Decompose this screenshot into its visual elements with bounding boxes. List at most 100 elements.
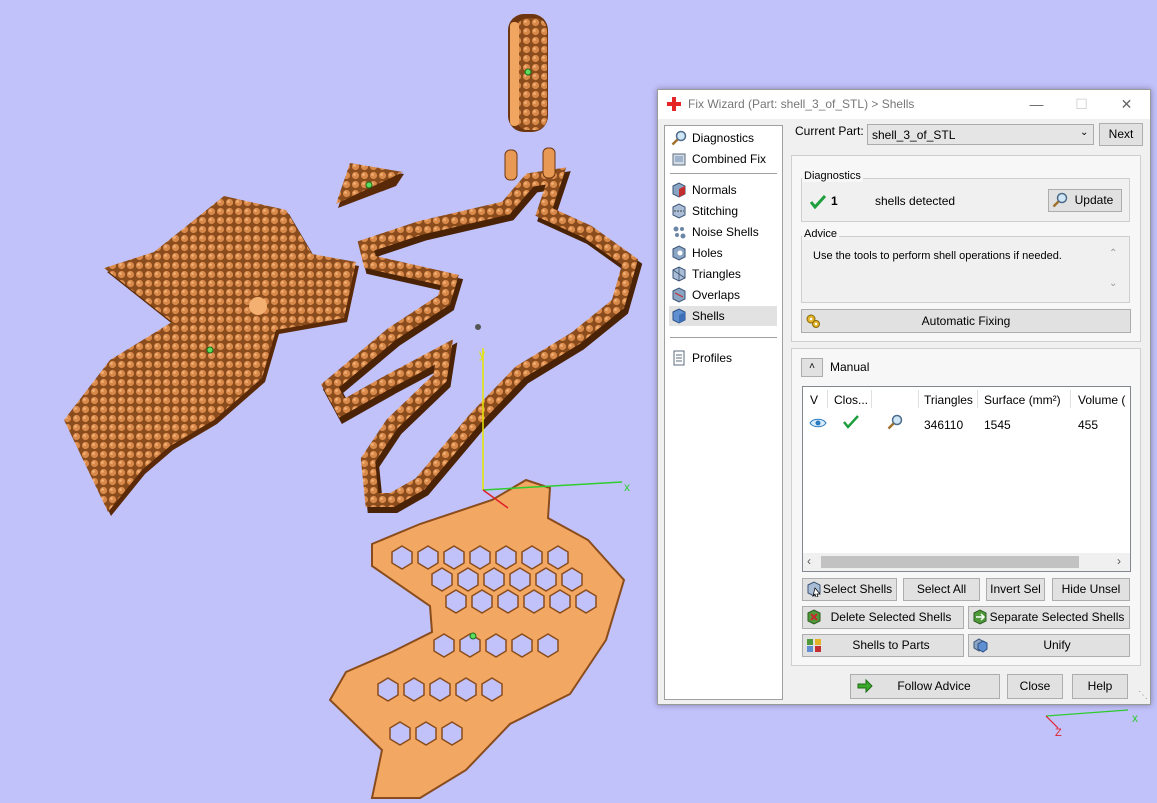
diagnostics-advice-panel: Diagnostics 1 shells detected Update Adv… [791,155,1141,342]
column-header-closed[interactable]: Clos... [834,393,868,407]
stitching-icon [672,203,686,219]
column-header-surface[interactable]: Surface (mm²) [984,393,1061,407]
column-header-triangles[interactable]: Triangles [924,393,973,407]
horizontal-scrollbar[interactable]: ‹ › [803,553,1130,571]
automatic-fixing-label: Automatic Fixing [921,314,1011,328]
select-shells-label: Select Shells [822,582,893,596]
automatic-fixing-button[interactable]: Automatic Fixing [801,309,1131,333]
delete-selected-shells-button[interactable]: Delete Selected Shells [802,606,964,629]
closed-check-icon [843,415,859,429]
invert-selection-button[interactable]: Invert Sel [986,578,1045,601]
advice-text: Use the tools to perform shell operation… [813,250,1062,262]
separate-selected-shells-button[interactable]: Separate Selected Shells [968,606,1130,629]
unify-icon [973,638,988,653]
advice-scroll-down-icon[interactable]: ⌄ [1109,278,1117,289]
follow-advice-button[interactable]: Follow Advice [850,674,1000,699]
model-bird-frame[interactable] [321,147,643,513]
wizard-sidebar: Diagnostics Combined Fix Normals Stitchi… [664,125,783,700]
shells-table: V Clos... Triangles Surface (mm²) Volume… [802,386,1131,572]
unify-label: Unify [1043,638,1071,652]
model-ring[interactable] [508,14,548,132]
sidebar-item-diagnostics[interactable]: Diagnostics [669,128,777,148]
normals-icon [672,182,686,198]
sidebar-divider [670,173,777,174]
model-left-blob[interactable] [64,196,359,516]
svg-text:x: x [1132,711,1138,725]
magnifier-icon [1052,192,1068,208]
close-button[interactable]: Close [1007,674,1063,699]
gears-icon [806,314,820,328]
sidebar-item-profiles[interactable]: Profiles [669,348,777,368]
noise-shells-icon [673,226,686,239]
sidebar-item-overlaps[interactable]: Overlaps [669,285,777,305]
select-shells-button[interactable]: Select Shells [802,578,897,601]
scroll-right-icon[interactable]: › [1117,554,1121,568]
current-part-select[interactable]: shell_3_of_STL ⌄ [867,124,1094,145]
corner-axis-triad: x Z [1045,709,1138,739]
model-honeycomb-bird[interactable] [328,478,626,799]
sidebar-item-combined-fix[interactable]: Combined Fix [669,149,777,169]
shell-count: 1 [831,194,838,208]
sidebar-item-noise-shells[interactable]: Noise Shells [669,222,777,242]
advice-title: Advice [802,228,840,240]
select-shells-icon [807,581,821,597]
sidebar-item-label: Diagnostics [692,131,755,145]
next-button[interactable]: Next [1099,123,1143,146]
help-button[interactable]: Help [1072,674,1128,699]
profiles-icon [673,350,685,366]
window-titlebar[interactable]: Fix Wizard (Part: shell_3_of_STL) > Shel… [658,90,1150,119]
eye-icon[interactable] [809,417,827,429]
sidebar-item-label: Combined Fix [692,152,767,166]
volume-cell: 455 [1078,418,1099,432]
update-button-label: Update [1074,193,1114,207]
fix-wizard-cross-icon [667,97,681,111]
diagnostics-title: Diagnostics [802,170,863,182]
sidebar-item-triangles[interactable]: Triangles [669,264,777,284]
maximize-button[interactable]: ☐ [1059,90,1104,119]
sidebar-item-label: Triangles [692,267,741,281]
magnifier-icon[interactable] [887,414,903,430]
select-all-button[interactable]: Select All [903,578,980,601]
unify-button[interactable]: Unify [968,634,1130,657]
fix-wizard-window: Fix Wizard (Part: shell_3_of_STL) > Shel… [657,89,1151,705]
scroll-left-icon[interactable]: ‹ [807,554,811,568]
update-button[interactable]: Update [1048,189,1122,212]
y-axis-label: y [479,347,485,361]
sidebar-item-holes[interactable]: Holes [669,243,777,263]
resize-grip-icon[interactable]: ⋱ [1138,690,1148,701]
current-part-label: Current Part: [795,124,864,138]
advice-scroll-up-icon[interactable]: ⌃ [1109,248,1117,259]
collapse-manual-button[interactable]: ˄ [801,358,823,377]
scrollbar-thumb[interactable] [821,556,1079,568]
sidebar-item-label: Noise Shells [692,225,759,239]
manual-title: Manual [830,360,870,374]
overlaps-icon [672,287,686,303]
model-triangle-piece[interactable] [336,163,404,208]
shells-icon [672,308,686,324]
shells-to-parts-button[interactable]: Shells to Parts [802,634,964,657]
axis-gizmo: y x [479,347,630,509]
x-axis-label: x [624,480,630,494]
sidebar-divider [670,337,777,338]
sidebar-item-shells[interactable]: Shells [669,306,777,326]
sidebar-item-normals[interactable]: Normals [669,180,777,200]
minimize-button[interactable]: — [1014,90,1059,119]
holes-icon [672,245,686,261]
chevron-down-icon: ⌄ [1080,127,1089,138]
column-header-visible[interactable]: V [810,393,818,407]
combined-fix-icon [672,153,686,166]
magnifier-icon [671,130,687,146]
window-title: Fix Wizard (Part: shell_3_of_STL) > Shel… [688,97,915,111]
current-part-value: shell_3_of_STL [872,128,956,142]
delete-selected-shells-label: Delete Selected Shells [830,610,952,624]
close-window-button[interactable]: ✕ [1104,90,1149,119]
separate-selected-shells-label: Separate Selected Shells [989,610,1125,624]
sidebar-item-label: Holes [692,246,723,260]
sidebar-item-stitching[interactable]: Stitching [669,201,777,221]
column-header-volume[interactable]: Volume ( [1078,393,1125,407]
hide-unselected-button[interactable]: Hide Unsel [1052,578,1130,601]
z-axis-label: Z [1055,727,1062,739]
sidebar-item-label: Shells [692,309,725,323]
shells-to-parts-label: Shells to Parts [852,638,930,652]
sidebar-item-label: Profiles [692,351,733,365]
